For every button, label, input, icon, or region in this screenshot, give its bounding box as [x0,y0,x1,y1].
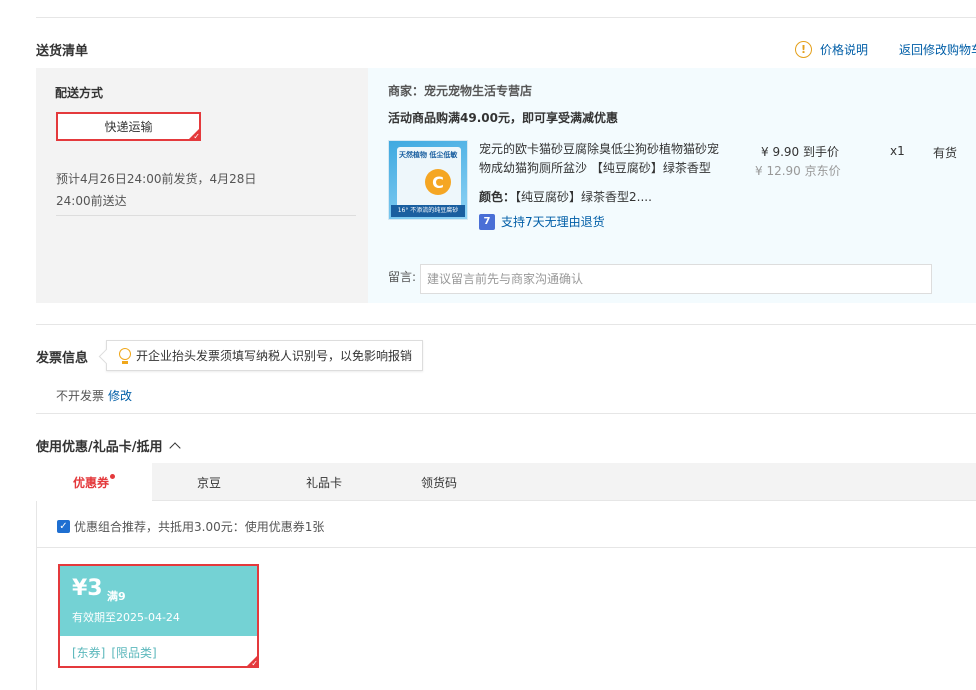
info-icon: ! [795,41,812,58]
combo-recommendation[interactable]: ✓ 优惠组合推荐，共抵用3.00元：使用优惠券1张 [57,518,324,535]
invoice-tip-text: 开企业抬头发票须填写纳税人识别号，以免影响报销 [136,349,413,363]
tab-giftcard-label: 礼品卡 [305,475,342,490]
price-final: ¥ 9.90 到手价 [761,145,839,159]
tab-jingdou-label: 京豆 [196,475,221,490]
eta-line-2: 24:00前送达 [56,194,127,208]
eta-line-1: 预计4月26日24:00前发货，4月28日 [56,172,257,186]
tab-coupons-label: 优惠券 [72,476,109,490]
invoice-value: 不开发票 修改 [56,387,132,404]
promo-text: 活动商品购满49.00元，即可享受满减优惠 [388,111,618,125]
price-note-link[interactable]: ! 价格说明 [795,41,868,58]
delivery-method-label: 配送方式 [55,86,104,100]
invoice-tip: 开企业抬头发票须填写纳税人识别号，以免影响报销 [106,340,424,371]
coupon-section-toggle[interactable]: 使用优惠/礼品卡/抵用 [36,436,181,455]
section-divider-2 [36,413,976,414]
stock-status: 有货 [933,146,958,160]
express-shipping-button[interactable]: 快递运输 ✓ [56,112,201,141]
product-image-tag: 16° 不添流的纯豆腐砂 [391,205,465,217]
chevron-up-icon [168,442,181,454]
tab-pickup-code-label: 领货码 [420,475,457,490]
delivery-eta: 预计4月26日24:00前发货，4月28日 24:00前送达 [56,168,266,212]
coupon-panel-divider [37,547,976,548]
combo-checkbox[interactable]: ✓ [57,520,70,533]
delivery-section-title: 送货清单 [36,44,89,59]
return-7days-icon: 7 [479,213,495,230]
coupon-amount: ¥3 [72,576,103,601]
message-label: 留言: [388,270,417,284]
goods-panel: 商家：宠元宠物生活专营店 活动商品购满49.00元，即可享受满减优惠 天然植物 … [368,68,976,303]
product-image[interactable]: 天然植物 低尘低敏 C 16° 不添流的纯豆腐砂 [388,140,468,220]
product-spec-value: 【纯豆腐砂】绿茶香型2.... [515,190,652,204]
price-note-label: 价格说明 [820,43,869,57]
product-image-logo: C [425,169,451,195]
product-spec-label: 颜色： [479,190,516,204]
lightbulb-icon [119,347,131,364]
new-dot-badge [110,474,115,479]
coupon-tag-category: [限品类] [111,646,157,660]
coupon-section-title: 使用优惠/礼品卡/抵用 [36,440,163,455]
invoice-value-text: 不开发票 [56,389,105,403]
product-spec: 颜色：【纯豆腐砂】绿茶香型2.... [479,188,652,205]
tab-pickup-code[interactable]: 领货码 [382,463,496,501]
return-policy[interactable]: 7 支持7天无理由退货 [479,213,605,230]
message-input[interactable] [420,264,932,294]
selected-check-icon: ✓ [187,127,201,141]
coupon-selected-check-icon: ✓ [245,654,259,668]
invoice-section-title: 发票信息 [36,351,89,366]
product-image-brand: 天然植物 低尘低敏 [399,151,458,159]
delivery-panel: 配送方式 快递运输 ✓ 预计4月26日24:00前发货，4月28日 24:00前… [36,68,368,303]
coupon-tabs: 优惠券 京豆 礼品卡 领货码 [36,463,976,502]
section-divider-1 [36,324,976,325]
shop-name[interactable]: 商家：宠元宠物生活专营店 [388,82,532,99]
invoice-edit-link[interactable]: 修改 [108,389,132,403]
return-policy-label: 支持7天无理由退货 [501,215,605,229]
tab-coupons[interactable]: 优惠券 [36,463,152,502]
price-original: ¥ 12.90 京东价 [755,164,841,178]
coupon-tag-jd: [东券] [72,646,106,660]
top-divider [36,17,976,18]
coupon-card[interactable]: ¥3 满9 有效期至2025-04-24 [东券] [限品类] ✓ [58,564,259,668]
express-shipping-label: 快递运输 [104,120,153,134]
quantity: x1 [890,144,905,158]
combo-text: 优惠组合推荐，共抵用3.00元：使用优惠券1张 [74,520,325,534]
coupon-tags: [东券] [限品类] [72,644,157,661]
back-to-cart-link[interactable]: 返回修改购物车 [899,41,976,58]
coupon-validity: 有效期至2025-04-24 [72,611,180,624]
tab-giftcard[interactable]: 礼品卡 [266,463,382,501]
coupon-condition: 满9 [107,590,126,603]
tab-jingdou[interactable]: 京豆 [152,463,266,501]
coupon-card-header: ¥3 满9 有效期至2025-04-24 [60,566,257,636]
product-title-link[interactable]: 宠元的欧卡猫砂豆腐除臭低尘狗砂植物猫砂宠物成幼猫狗厕所盆沙 【纯豆腐砂】绿茶香型 [479,140,725,178]
delivery-divider [56,215,356,216]
